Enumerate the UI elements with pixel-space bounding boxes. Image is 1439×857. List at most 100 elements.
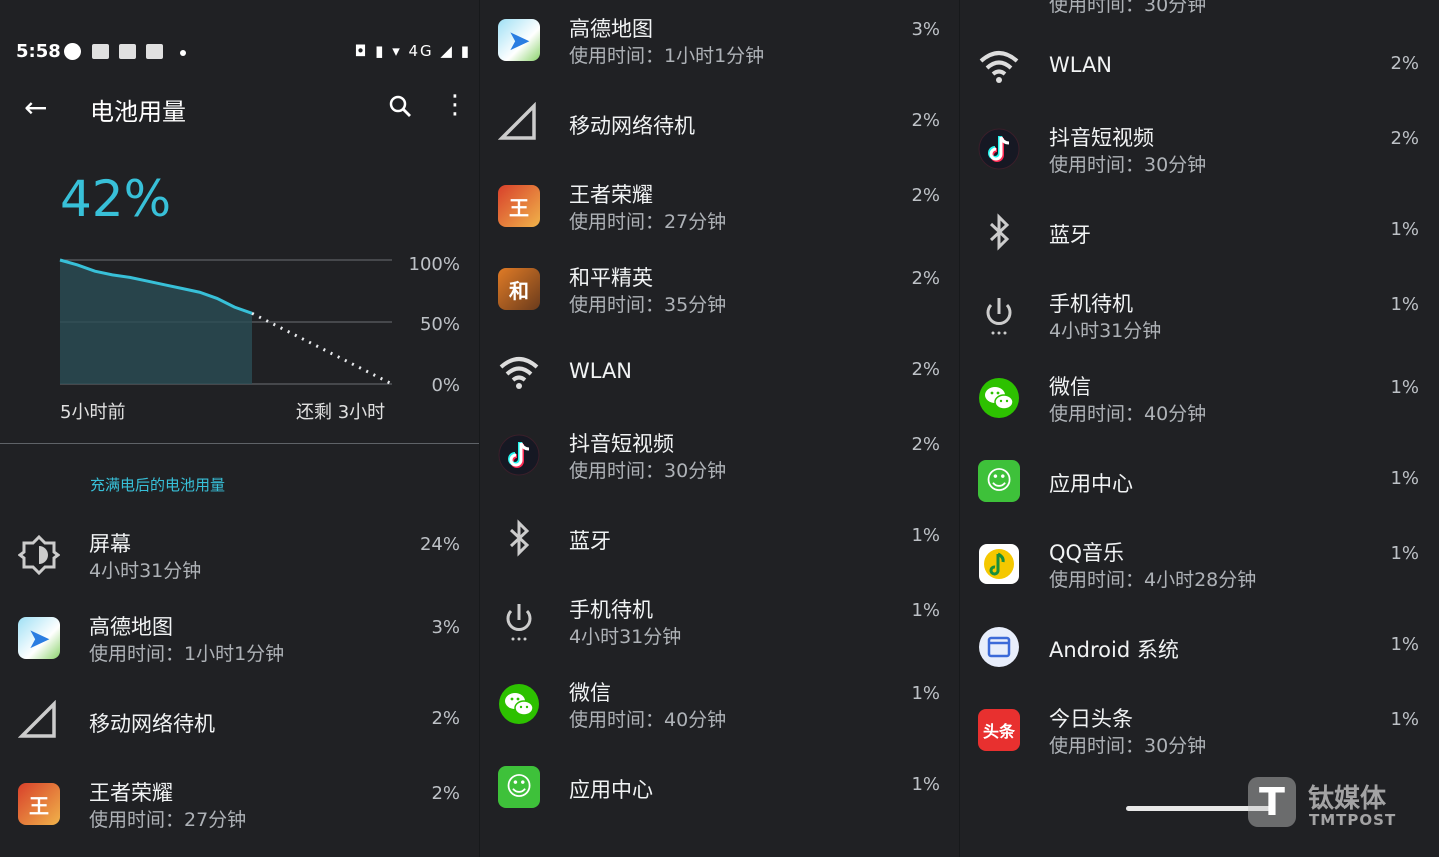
usage-percent: 1% — [1390, 468, 1419, 489]
usage-subtitle: 使用时间：30分钟 — [1049, 0, 1207, 16]
battery-percentage: 42% — [60, 170, 172, 228]
usage-row[interactable]: Android 系统 1% — [960, 610, 1439, 682]
usage-row[interactable]: ➤ 高德地图 使用时间：1小时1分钟 3% — [480, 3, 960, 75]
usage-percent: 2% — [1390, 53, 1419, 74]
y-tick-50: 50% — [419, 314, 460, 335]
usage-row[interactable]: 移动网络待机 2% — [480, 86, 960, 158]
usage-subtitle: 使用时间：1小时1分钟 — [89, 643, 285, 665]
usage-row[interactable]: 微信 使用时间：40分钟 1% — [480, 667, 960, 739]
wifi-icon — [498, 351, 540, 393]
usage-percent: 2% — [911, 185, 940, 206]
usage-name: 应用中心 — [569, 778, 653, 802]
usage-percent: 2% — [911, 359, 940, 380]
usage-row[interactable]: WLAN 2% — [960, 29, 1439, 101]
usage-row[interactable]: 微信使用时间：40分钟 1% — [960, 361, 1439, 433]
usage-percent: 2% — [431, 708, 460, 729]
android-system-icon — [978, 626, 1020, 668]
usage-subtitle: 4小时31分钟 — [89, 560, 202, 582]
usage-row[interactable]: 移动网络待机 2% — [0, 684, 480, 756]
toutiao-icon: 头条 — [978, 709, 1020, 751]
y-tick-100: 100% — [408, 254, 460, 275]
amap-icon: ➤ — [498, 19, 540, 61]
usage-name: 王者荣耀 — [569, 183, 653, 207]
globe-icon — [64, 43, 81, 60]
status-system-icons: ◘ ▮ ▾ 4G ◢ ▮ — [354, 42, 471, 60]
usage-row[interactable]: ☺ 应用中心 1% — [480, 750, 960, 822]
usage-name: 高德地图 — [89, 615, 173, 639]
usage-percent: 24% — [419, 534, 460, 555]
wechat-icon — [498, 683, 540, 725]
divider — [0, 443, 480, 444]
wifi-icon — [978, 45, 1020, 87]
usage-row[interactable]: 王 王者荣耀 使用时间：27分钟 2% — [0, 767, 480, 839]
usage-name: 应用中心 — [1049, 472, 1133, 496]
usage-row[interactable]: 蓝牙 1% — [480, 501, 960, 573]
usage-name: 微信 — [1049, 375, 1091, 399]
app-center-icon: ☺ — [978, 460, 1020, 502]
usage-row[interactable]: 抖音短视频 使用时间：30分钟 2% — [960, 112, 1439, 184]
back-arrow-icon[interactable]: ← — [24, 94, 47, 122]
power-icon — [978, 294, 1020, 336]
wechat-icon — [978, 377, 1020, 419]
usage-name: 抖音短视频 — [569, 432, 674, 456]
usage-row[interactable]: WLAN 2% — [480, 335, 960, 407]
usage-row[interactable]: 手机待机 4小时31分钟 1% — [960, 278, 1439, 350]
watermark-text: 钛媒体 — [1308, 784, 1387, 814]
amap-icon: ➤ — [18, 617, 60, 659]
usage-percent: 1% — [1390, 219, 1419, 240]
usage-name: 移动网络待机 — [569, 114, 695, 138]
usage-subtitle: 使用时间：1小时1分钟 — [569, 45, 765, 67]
watermark-text-en: TMTPOST — [1309, 811, 1397, 829]
brightness-icon — [17, 534, 61, 576]
usage-subtitle: 使用时间：40分钟 — [1049, 403, 1207, 425]
battery-usage-panel-1: 5:58 ◘ ▮ ▾ 4G ◢ ▮ ← 电池用量 ⋮ 42% 100% 50% … — [0, 0, 480, 857]
toutiao-notification-icon — [92, 44, 109, 59]
x-end-label: 还剩 3小时 — [296, 402, 386, 423]
douyin-icon — [978, 128, 1020, 170]
usage-name: 和平精英 — [569, 266, 653, 290]
usage-row[interactable]: 蓝牙 1% — [960, 195, 1439, 267]
usage-row[interactable]: ➤ 高德地图 使用时间：1小时1分钟 3% — [0, 601, 480, 673]
more-options-icon[interactable]: ⋮ — [442, 92, 468, 118]
usage-name: 手机待机 — [1049, 292, 1133, 316]
bluetooth-icon — [978, 211, 1020, 253]
usage-subtitle: 使用时间：27分钟 — [569, 211, 727, 233]
usage-name: 屏幕 — [89, 532, 131, 556]
usage-subtitle: 使用时间：27分钟 — [89, 809, 247, 831]
usage-row[interactable]: 和 和平精英 使用时间：35分钟 2% — [480, 252, 960, 324]
more-notifications-icon — [180, 50, 186, 56]
status-bar: 5:58 ◘ ▮ ▾ 4G ◢ ▮ — [16, 40, 471, 66]
page-title: 电池用量 — [90, 98, 186, 126]
usage-row[interactable]: 手机待机 4小时31分钟 1% — [480, 584, 960, 656]
usage-subtitle: 使用时间：30分钟 — [1049, 735, 1207, 757]
usage-name: QQ音乐 — [1049, 541, 1125, 565]
usage-row[interactable]: 抖音短视频 使用时间：30分钟 2% — [480, 418, 960, 490]
section-title: 充满电后的电池用量 — [90, 476, 226, 494]
honor-of-kings-icon: 王 — [498, 185, 540, 227]
usage-row-cut[interactable]: 使用时间：30分钟 — [960, 0, 1439, 24]
usage-percent: 1% — [1390, 377, 1419, 398]
usage-subtitle: 使用时间：30分钟 — [569, 460, 727, 482]
usage-row[interactable]: 王 王者荣耀使用时间：27分钟 2% — [480, 169, 960, 241]
usage-row[interactable]: 屏幕 4小时31分钟 24% — [0, 518, 480, 590]
usage-percent: 1% — [1390, 709, 1419, 730]
usage-name: 抖音短视频 — [1049, 126, 1154, 150]
douyin-icon — [498, 434, 540, 476]
usage-row[interactable]: ☺ 应用中心 1% — [960, 444, 1439, 516]
usage-row[interactable]: 头条 今日头条 使用时间：30分钟 1% — [960, 693, 1439, 765]
status-time: 5:58 — [16, 41, 61, 62]
search-icon[interactable] — [388, 94, 412, 118]
peacekeeper-elite-icon: 和 — [498, 268, 540, 310]
usage-row[interactable]: QQ音乐 使用时间：4小时28分钟 1% — [960, 527, 1439, 599]
usage-percent: 2% — [911, 268, 940, 289]
battery-usage-panel-3: 使用时间：30分钟 WLAN 2% 抖音短视频 使用时间：30分钟 2% 蓝牙 1% 手机待机… — [960, 0, 1439, 857]
usage-percent: 2% — [1390, 128, 1419, 149]
battery-prediction-line — [251, 311, 393, 386]
usage-subtitle: 使用时间：40分钟 — [569, 709, 727, 731]
bluetooth-icon — [498, 517, 540, 559]
honor-of-kings-icon: 王 — [18, 783, 60, 825]
cell-signal-icon — [17, 699, 60, 742]
usage-percent: 1% — [1390, 543, 1419, 564]
usage-name: 手机待机 — [569, 598, 653, 622]
usage-name: 微信 — [569, 681, 611, 705]
